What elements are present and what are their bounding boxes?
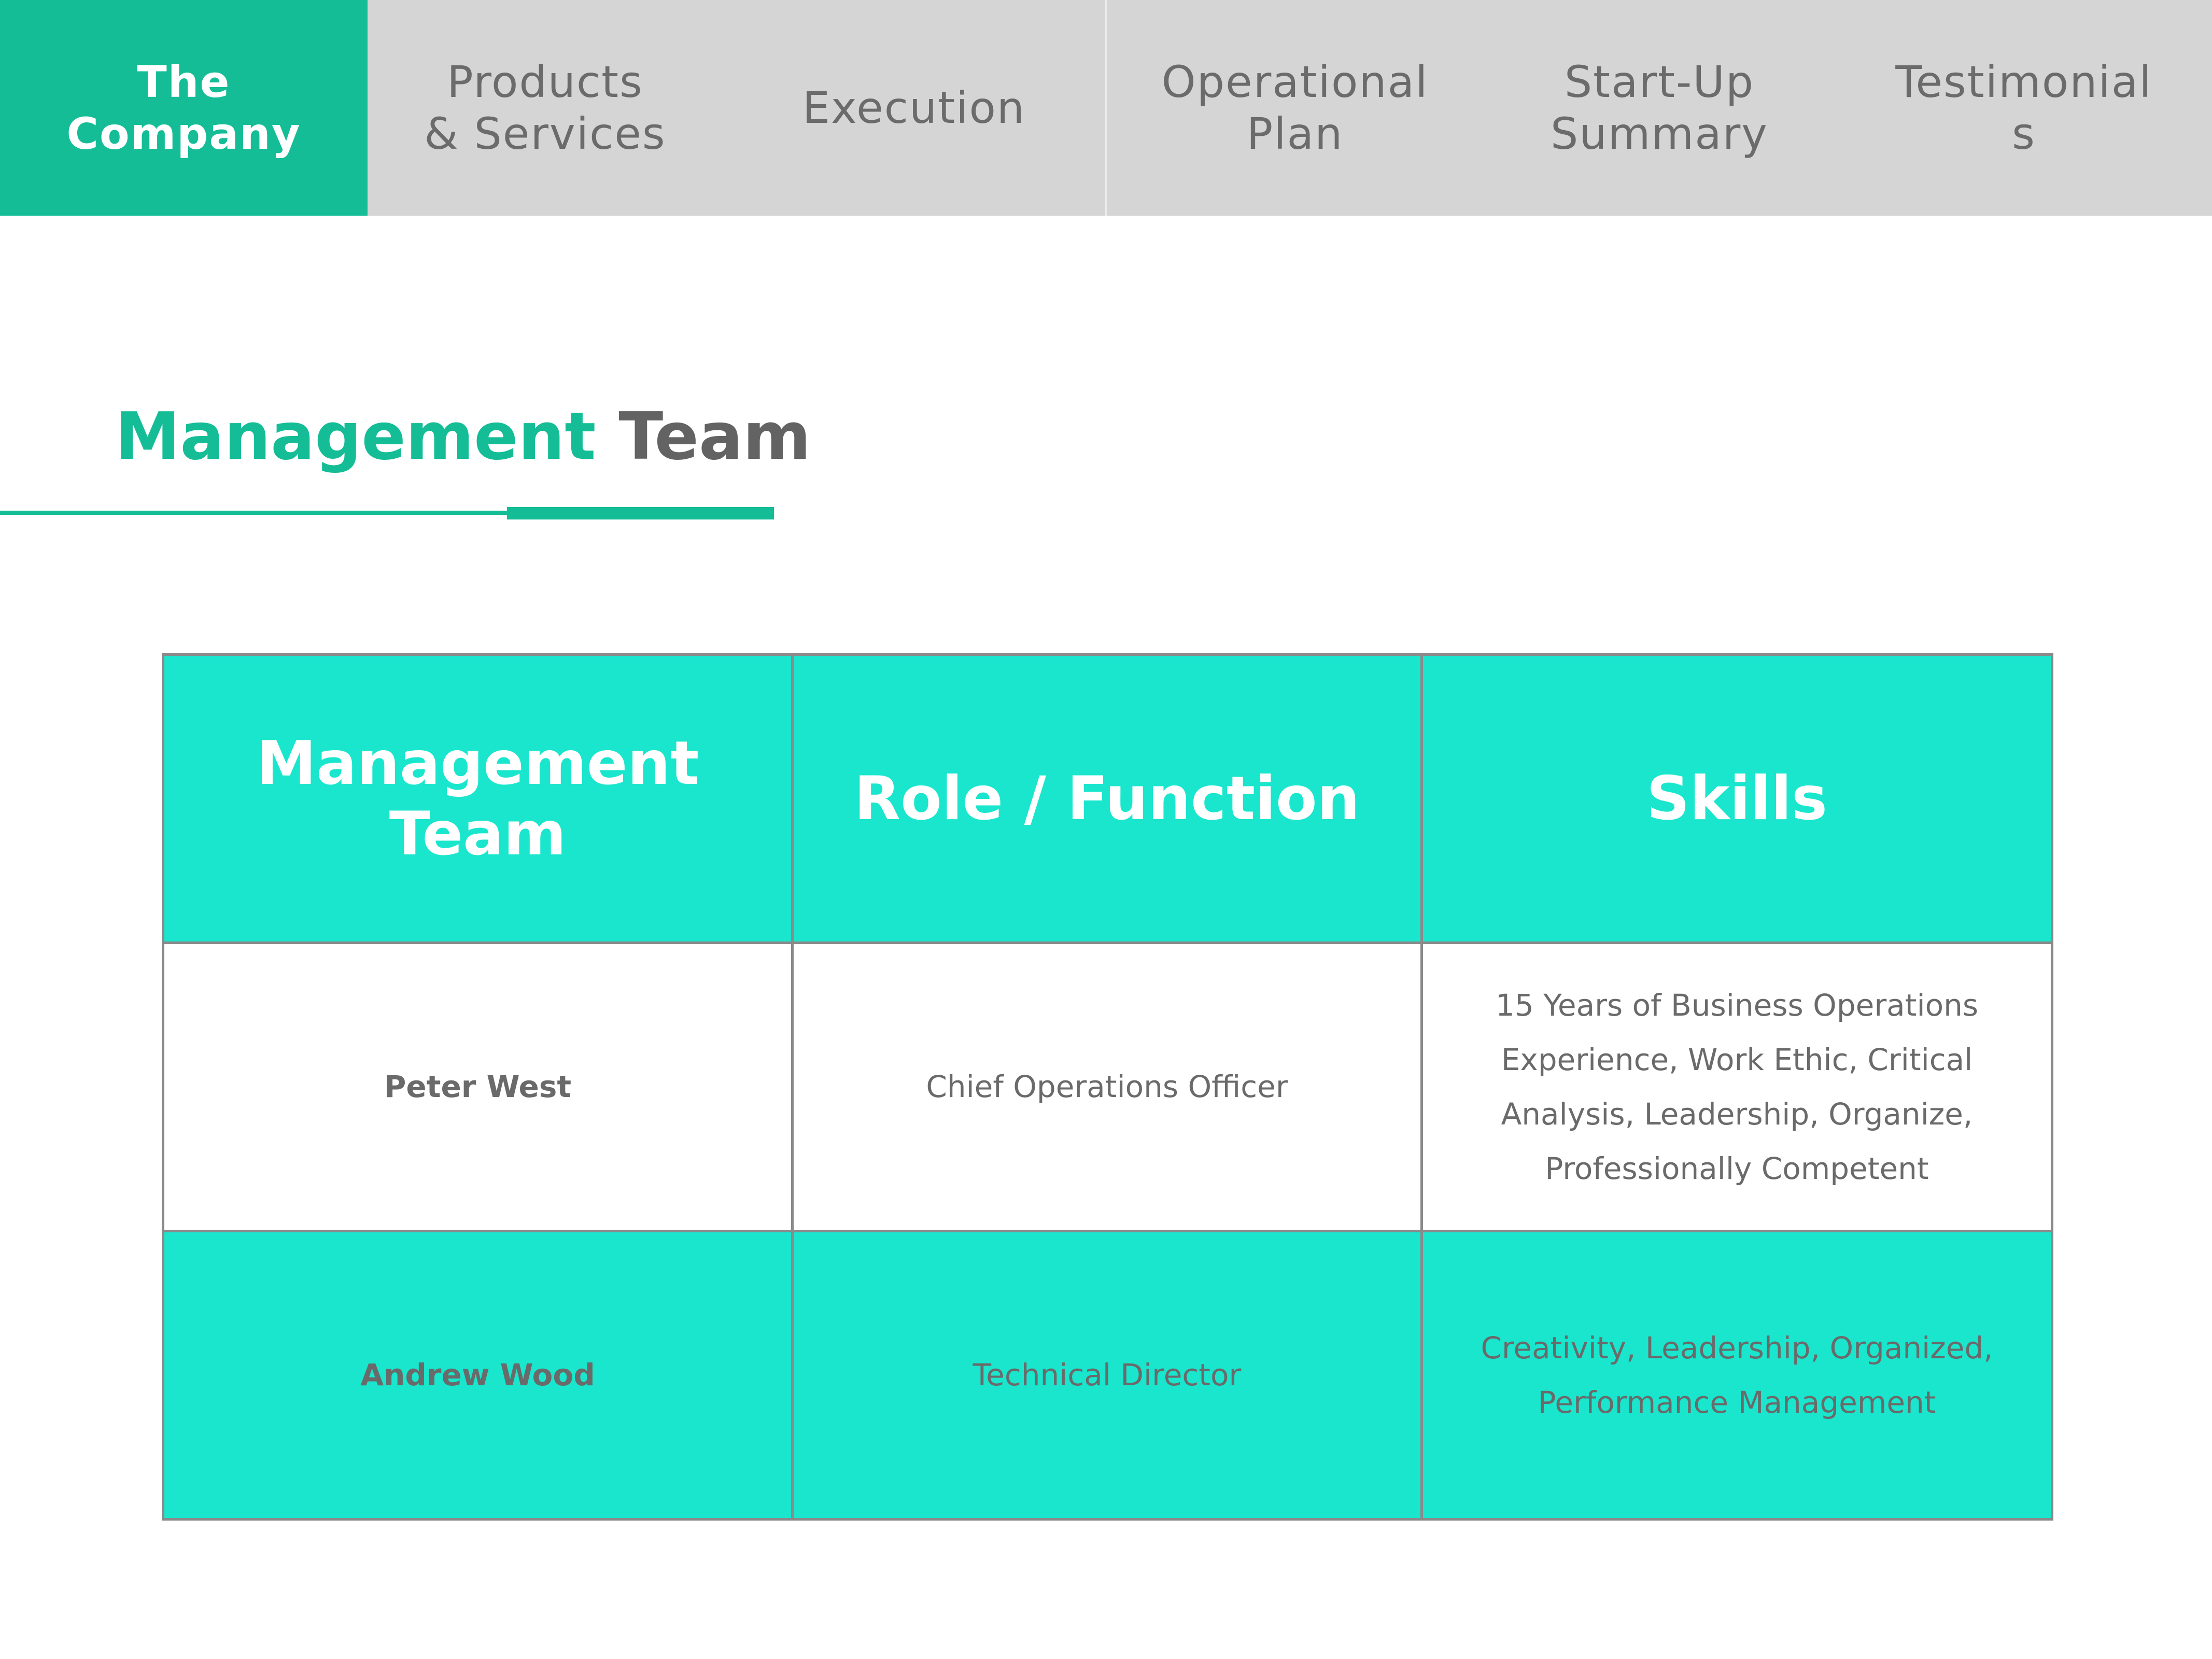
column-header-skills: Skills	[1420, 653, 2053, 944]
tab-the-company[interactable]: The Company	[0, 0, 368, 216]
management-team-table: Management Team Role / Function Skills P…	[162, 653, 2053, 1521]
tab-label: Operational Plan	[1161, 57, 1429, 159]
member-skills-cell: Creativity, Leadership, Organized, Perfo…	[1420, 1230, 2053, 1521]
tab-label: Execution	[802, 82, 1026, 133]
tab-execution[interactable]: Execution	[723, 0, 1105, 216]
tab-label: Products & Services	[424, 57, 666, 159]
column-header-management-team: Management Team	[162, 653, 794, 944]
tab-label: Start-Up Summary	[1551, 57, 1768, 159]
table-row: Andrew Wood Technical Director Creativit…	[162, 1230, 2053, 1521]
member-name: Peter West	[384, 1069, 572, 1104]
member-skills-cell: 15 Years of Business Operations Experien…	[1420, 941, 2053, 1232]
top-navigation: The Company Products & Services Executio…	[0, 0, 2212, 216]
column-header-label: Skills	[1646, 763, 1828, 834]
member-name-cell: Peter West	[162, 941, 794, 1232]
tab-products-services[interactable]: Products & Services	[368, 0, 723, 216]
page-title: Management Team	[115, 390, 811, 483]
tab-start-up-summary[interactable]: Start-Up Summary	[1483, 0, 1836, 216]
member-name-cell: Andrew Wood	[162, 1230, 794, 1521]
page-title-accent: Management	[115, 398, 596, 474]
member-role-cell: Chief Operations Officer	[791, 941, 1423, 1232]
member-role: Technical Director	[973, 1357, 1242, 1393]
column-header-role-function: Role / Function	[791, 653, 1423, 944]
table-header-row: Management Team Role / Function Skills	[162, 653, 2053, 944]
title-underline-thin	[0, 511, 508, 515]
tab-label: The Company	[66, 57, 301, 159]
member-name: Andrew Wood	[360, 1357, 595, 1393]
column-header-label: Role / Function	[854, 763, 1360, 834]
tab-testimonials[interactable]: Testimonial s	[1836, 0, 2212, 216]
table-row: Peter West Chief Operations Officer 15 Y…	[162, 941, 2053, 1232]
tab-operational-plan[interactable]: Operational Plan	[1107, 0, 1483, 216]
member-skills: Creativity, Leadership, Organized, Perfo…	[1481, 1330, 1993, 1420]
column-header-label: Management Team	[256, 728, 699, 869]
member-skills: 15 Years of Business Operations Experien…	[1495, 987, 1979, 1186]
page-title-plain: Team	[618, 398, 811, 474]
member-role: Chief Operations Officer	[926, 1069, 1288, 1104]
tab-label: Testimonial s	[1895, 57, 2152, 159]
member-role-cell: Technical Director	[791, 1230, 1423, 1521]
title-underline-thick	[507, 507, 774, 519]
